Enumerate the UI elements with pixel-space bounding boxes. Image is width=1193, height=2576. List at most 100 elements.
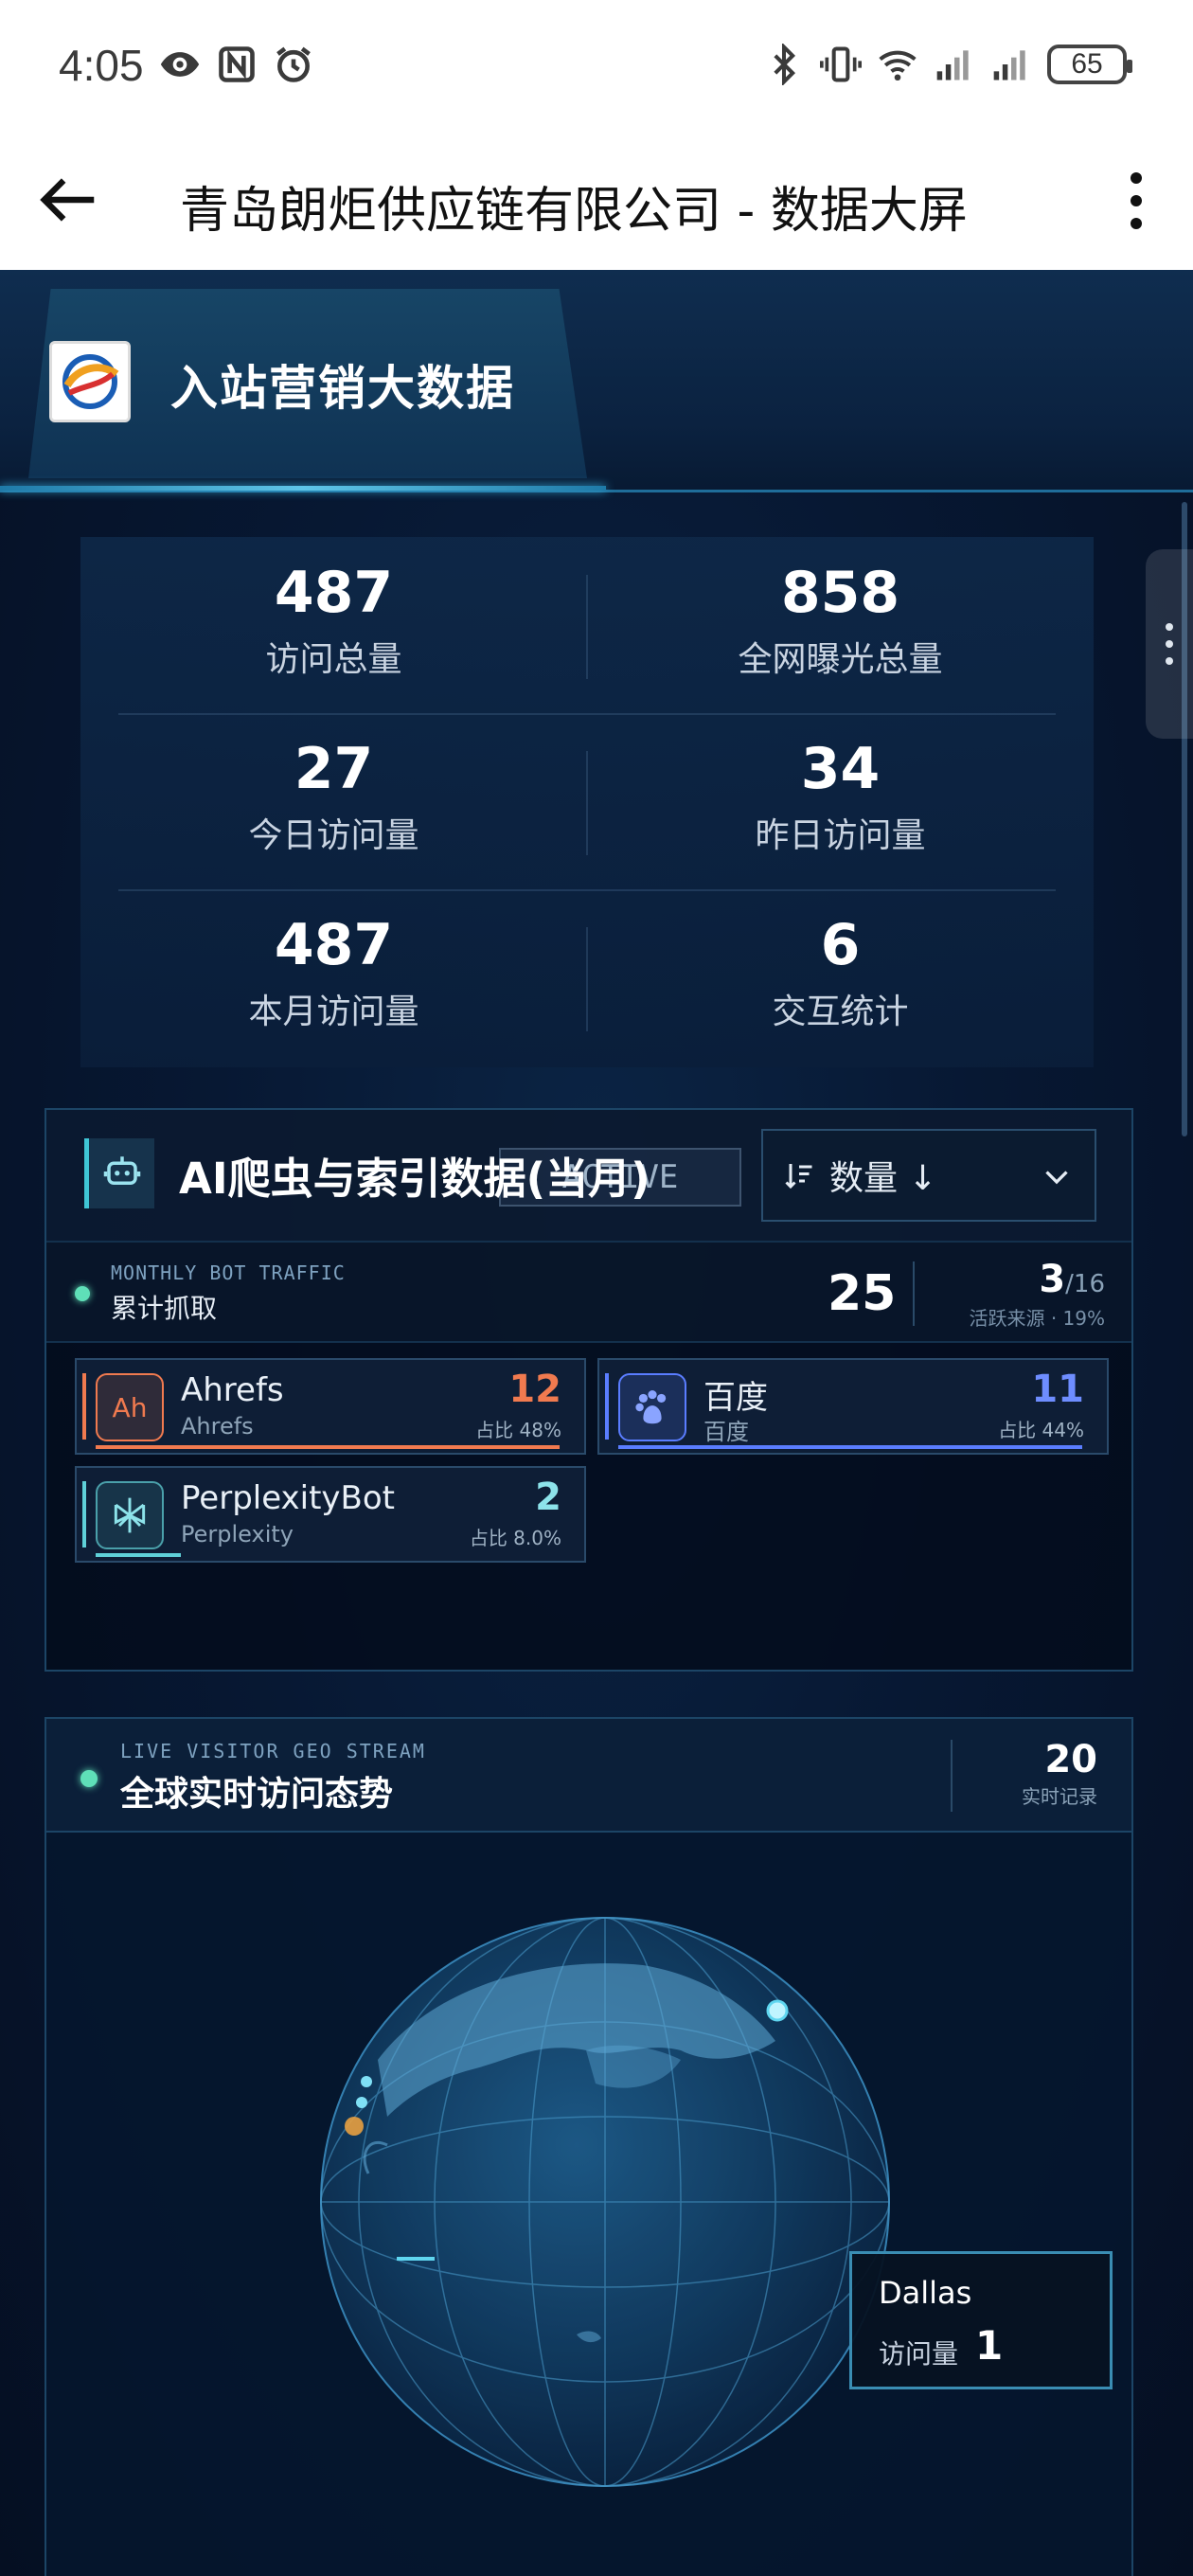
- geo-panel-header: LIVE VISITOR GEO STREAM 全球实时访问态势 20 实时记录: [46, 1719, 1131, 1833]
- globe-tooltip: Dallas 访问量 1: [849, 2251, 1113, 2389]
- stat-value: 27: [294, 736, 374, 802]
- live-dot: [80, 1770, 98, 1787]
- status-icons-right: 65: [763, 44, 1132, 85]
- robot-icon-box: [84, 1138, 154, 1208]
- divider: [913, 1261, 915, 1326]
- divider: [118, 889, 1056, 891]
- bot-sub: Perplexity: [181, 1521, 294, 1547]
- robot-icon: [103, 1156, 141, 1185]
- globe-map[interactable]: [302, 1899, 908, 2505]
- geo-cn-label: 全球实时访问态势: [120, 1775, 394, 1814]
- bot-share-bar: [618, 1445, 1082, 1449]
- tooltip-label: 访问量: [879, 2338, 959, 2370]
- stat-value: 34: [800, 736, 881, 802]
- back-button[interactable]: [36, 167, 102, 233]
- bot-name: 百度: [703, 1379, 768, 1417]
- status-time: 4:05: [59, 41, 144, 90]
- bot-share-bar: [96, 1445, 560, 1449]
- bot-card-ahrefs[interactable]: Ah Ahrefs Ahrefs 12 占比 48%: [75, 1358, 586, 1455]
- dashboard: 入站营销大数据 487 访问总量 858 全网曝光总量 27 今日访问量 34 …: [0, 270, 1193, 2576]
- active-count: 3: [1039, 1258, 1066, 1301]
- dashboard-header: 入站营销大数据: [0, 270, 1193, 492]
- chevron-down-icon: [1045, 1171, 1068, 1185]
- bot-traffic-panel: ACTIVE AI爬虫与索引数据(当月) 数量 ↓ MONTHLY BOT TR…: [45, 1108, 1133, 1672]
- bot-count: 2: [535, 1476, 561, 1519]
- card-accent: [605, 1373, 609, 1440]
- perplexity-icon: [96, 1481, 164, 1549]
- stat-interactions: 6 交互统计: [587, 889, 1094, 1065]
- header-glow-line: [0, 486, 606, 491]
- tooltip-city: Dallas: [879, 2275, 972, 2311]
- perplexity-svg: [114, 1497, 146, 1533]
- divider: [586, 927, 588, 1031]
- app-bar: 青岛朗炬供应链有限公司 - 数据大屏: [0, 133, 1193, 270]
- stat-total-visits: 487 访问总量: [80, 537, 587, 713]
- stat-month-visits: 487 本月访问量: [80, 889, 587, 1065]
- alarm-icon: [276, 46, 311, 82]
- bot-card-baidu[interactable]: 百度 百度 11 占比 44%: [597, 1358, 1109, 1455]
- bot-name: PerplexityBot: [181, 1479, 396, 1517]
- bot-count: 12: [508, 1368, 561, 1411]
- divider: [118, 713, 1056, 715]
- geo-count-value: 20: [1044, 1738, 1097, 1781]
- ahrefs-icon: Ah: [96, 1373, 164, 1441]
- live-dot: [75, 1286, 90, 1301]
- stat-today-visits: 27 今日访问量: [80, 713, 587, 889]
- bot-share: 占比 44%: [998, 1419, 1084, 1441]
- bot-name: Ahrefs: [181, 1371, 284, 1409]
- status-bar: 4:05 65: [0, 0, 1193, 133]
- page-title: 青岛朗炬供应链有限公司 - 数据大屏: [180, 183, 968, 240]
- ahrefs-icon-text: Ah: [112, 1391, 148, 1423]
- company-logo: [49, 341, 131, 422]
- stat-label: 全网曝光总量: [738, 640, 943, 679]
- stat-value: 487: [274, 912, 394, 978]
- status-icons-left: [159, 44, 314, 85]
- baidu-paw-icon: [618, 1373, 686, 1441]
- geo-stream-panel: LIVE VISITOR GEO STREAM 全球实时访问态势 20 实时记录: [45, 1717, 1133, 2576]
- divider: [586, 575, 588, 679]
- stat-label: 本月访问量: [248, 993, 419, 1031]
- geo-record-count: 20 实时记录: [1022, 1738, 1097, 1809]
- card-accent: [82, 1481, 86, 1547]
- stats-grid: 487 访问总量 858 全网曝光总量 27 今日访问量 34 昨日访问量 48…: [80, 537, 1094, 1067]
- bot-share: 占比 48%: [475, 1419, 561, 1441]
- stat-yesterday-visits: 34 昨日访问量: [587, 713, 1094, 889]
- active-sub: 活跃来源 · 19%: [969, 1307, 1105, 1330]
- eye-icon: [160, 52, 200, 77]
- bot-panel-header: ACTIVE AI爬虫与索引数据(当月) 数量 ↓: [46, 1110, 1131, 1241]
- bot-share: 占比 8.0%: [469, 1527, 561, 1549]
- vibrate-icon: [820, 46, 862, 82]
- stat-label: 今日访问量: [248, 816, 419, 855]
- bot-count: 11: [1031, 1368, 1084, 1411]
- bot-sub: Ahrefs: [181, 1413, 254, 1440]
- stat-total-exposure: 858 全网曝光总量: [587, 537, 1094, 713]
- bluetooth-icon: [774, 44, 796, 85]
- nfc-icon: [219, 46, 255, 82]
- bot-panel-title: AI爬虫与索引数据(当月): [179, 1154, 650, 1204]
- divider: [586, 751, 588, 855]
- battery-indicator: 65: [1047, 45, 1132, 84]
- side-drawer-handle[interactable]: [1146, 549, 1193, 739]
- card-accent: [82, 1373, 86, 1440]
- dashboard-title: 入站营销大数据: [170, 361, 515, 416]
- stat-label: 交互统计: [772, 993, 909, 1031]
- bot-card-perplexity[interactable]: PerplexityBot Perplexity 2 占比 8.0%: [75, 1466, 586, 1563]
- traffic-cn-label: 累计抓取: [111, 1293, 218, 1324]
- signal-icon: [936, 50, 969, 80]
- tooltip-value: 1: [975, 2322, 1004, 2369]
- stat-value: 487: [274, 560, 394, 626]
- more-menu-button[interactable]: [1117, 165, 1155, 237]
- stat-label: 访问总量: [265, 640, 402, 679]
- sort-icon: [785, 1164, 812, 1190]
- stat-label: 昨日访问量: [755, 816, 926, 855]
- baidu-paw-svg: [635, 1389, 667, 1424]
- stat-value: 6: [820, 912, 861, 978]
- wifi-icon: [879, 50, 917, 81]
- sort-select[interactable]: 数量 ↓: [761, 1129, 1096, 1222]
- traffic-en-label: MONTHLY BOT TRAFFIC: [111, 1261, 346, 1284]
- traffic-total: 25: [828, 1265, 897, 1322]
- active-total: /16: [1065, 1270, 1105, 1298]
- bot-share-bar: [96, 1553, 181, 1557]
- monthly-bot-traffic-row: MONTHLY BOT TRAFFIC 累计抓取 25 3/16 活跃来源 · …: [46, 1241, 1131, 1343]
- geo-count-label: 实时记录: [1022, 1785, 1097, 1808]
